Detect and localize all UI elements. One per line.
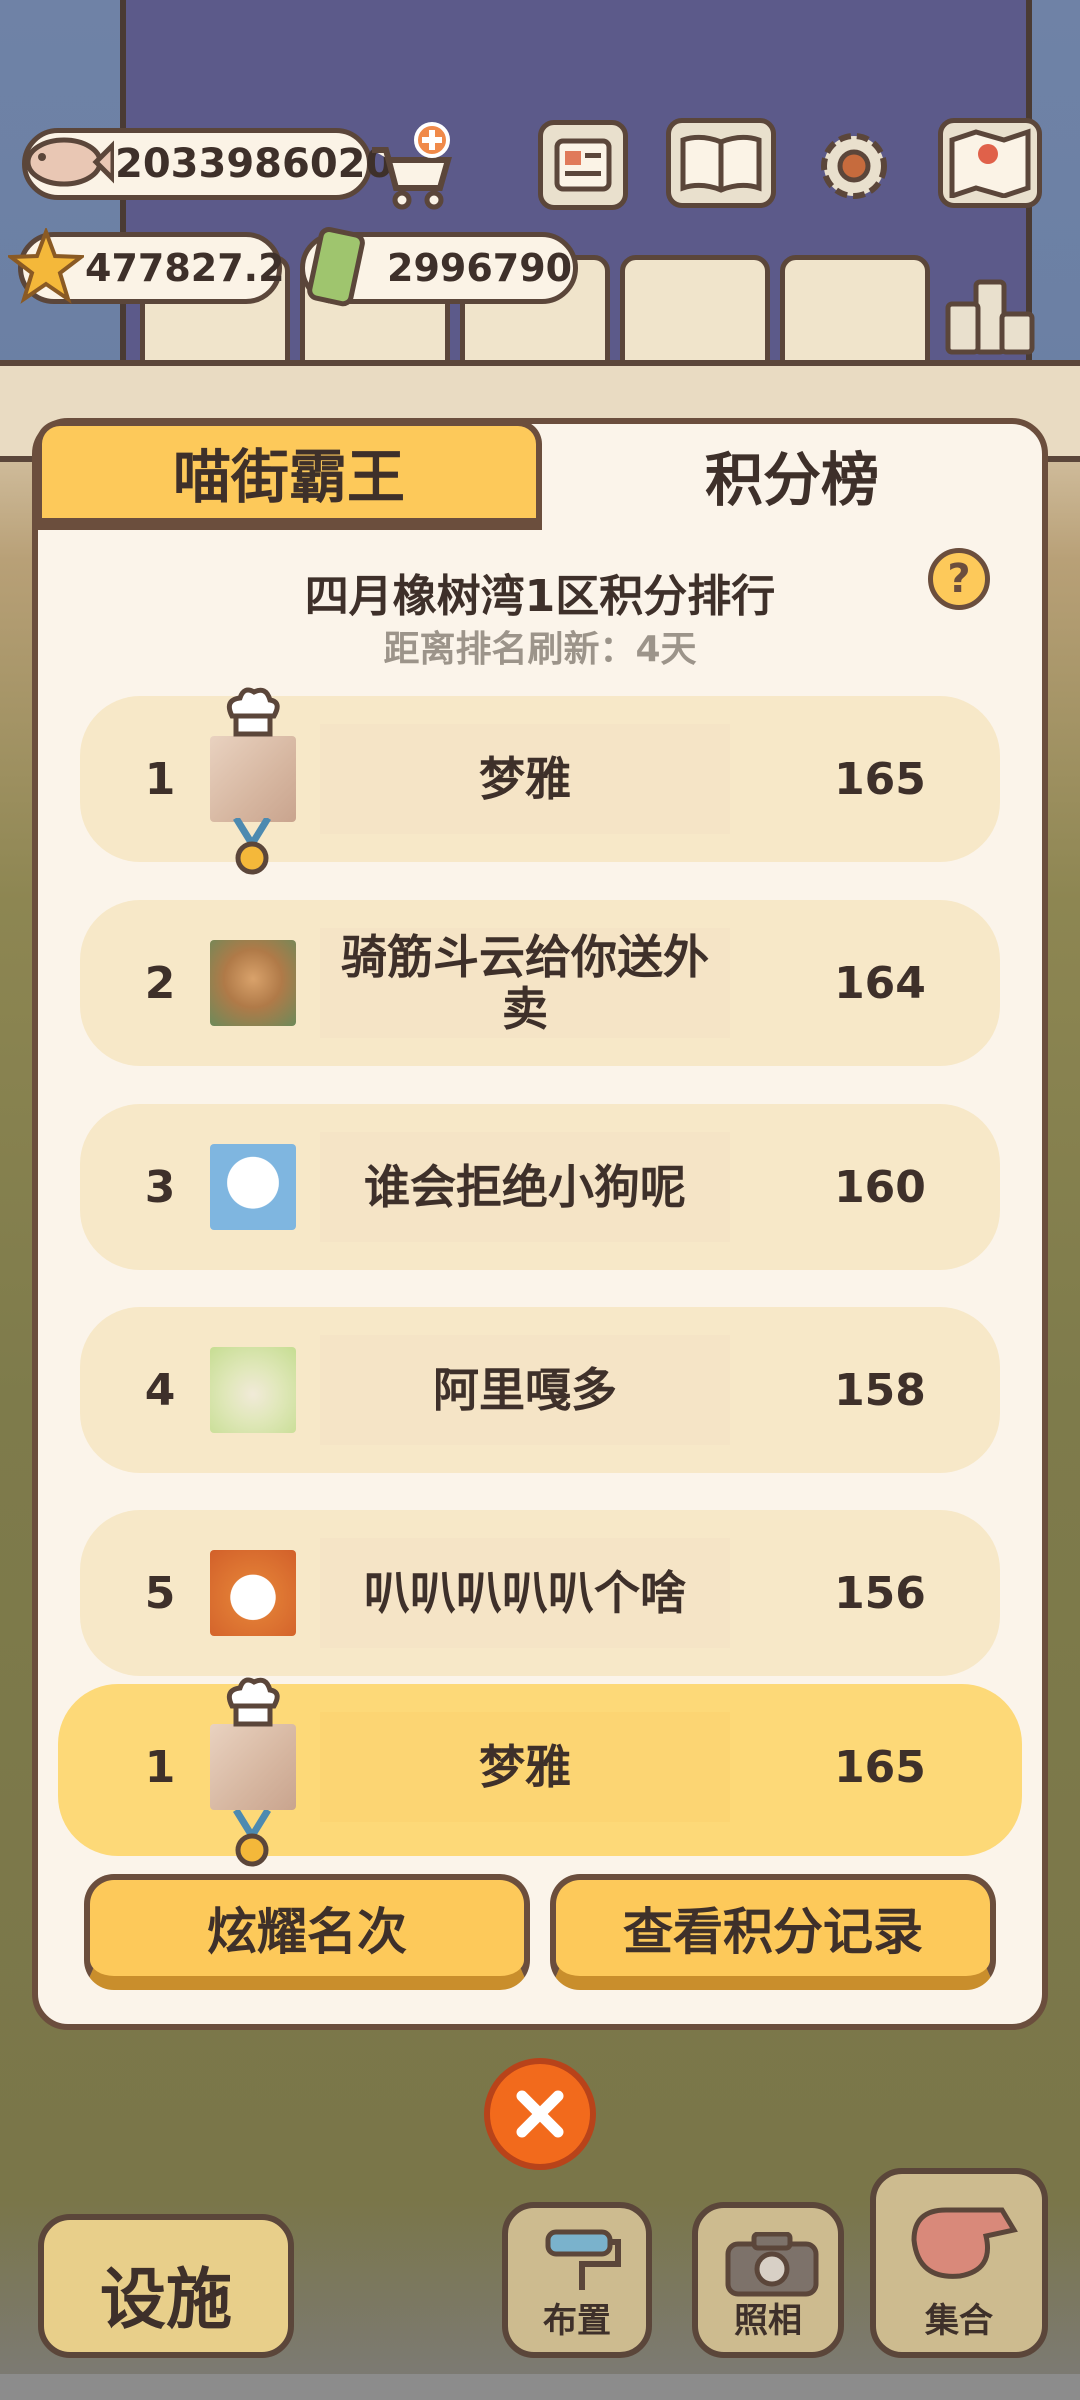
podium-icon[interactable] xyxy=(944,268,1036,358)
row-name: 阿里嘎多 xyxy=(320,1335,730,1445)
gather-button[interactable]: 集合 xyxy=(870,2168,1048,2358)
facility-button[interactable]: 设施 xyxy=(38,2214,294,2358)
facility-label: 设施 xyxy=(100,2261,232,2338)
leaderboard-row[interactable]: 1 梦雅 165 xyxy=(80,696,1000,862)
row-name: 谁会拒绝小狗呢 xyxy=(320,1132,730,1242)
camera-icon xyxy=(725,2232,819,2297)
leaderboard-row[interactable]: 5 叭叭叭叭叭个啥 156 xyxy=(80,1510,1000,1676)
whistle-icon xyxy=(911,2207,1018,2279)
row-score: 164 xyxy=(834,957,926,1009)
monkey-avatar xyxy=(210,940,296,1026)
close-button[interactable] xyxy=(484,2058,596,2170)
cat-avatar xyxy=(210,1347,296,1433)
photo-avatar xyxy=(210,736,296,822)
gear-icon[interactable] xyxy=(806,118,902,214)
row-name: 骑筋斗云给你送外卖 xyxy=(320,928,730,1038)
paint-roller-icon xyxy=(545,2229,621,2290)
chef-hat-icon xyxy=(226,1677,280,1727)
question-icon: ? xyxy=(947,556,971,602)
pochacco-avatar xyxy=(210,1144,296,1230)
refresh-countdown: 距离排名刷新：4天 xyxy=(383,629,697,670)
news-icon[interactable] xyxy=(538,120,628,210)
row-score: 156 xyxy=(834,1567,926,1619)
photo-avatar xyxy=(210,1724,296,1810)
navigation-bar xyxy=(0,2374,1080,2400)
row-score: 165 xyxy=(834,753,926,805)
shop-cart-icon[interactable] xyxy=(362,120,458,216)
ticket-icon xyxy=(298,224,378,310)
arrange-label: 布置 xyxy=(543,2301,611,2341)
ranking-title: 四月橡树湾1区积分排行 xyxy=(304,571,776,622)
my-rank-row[interactable]: 1 梦雅 165 xyxy=(58,1684,1022,1856)
fish-icon xyxy=(18,122,114,202)
cartoon-cat-avatar xyxy=(210,1550,296,1636)
row-score: 165 xyxy=(834,1741,926,1793)
score-record-button[interactable]: 查看积分记录 xyxy=(550,1874,996,1990)
medal-icon xyxy=(233,818,271,875)
photo-button[interactable]: 照相 xyxy=(692,2202,844,2358)
photo-label: 照相 xyxy=(734,2301,802,2341)
book-icon[interactable] xyxy=(666,118,776,208)
tab-leaderboard[interactable]: 积分榜 xyxy=(542,420,1042,530)
show-rank-button[interactable]: 炫耀名次 xyxy=(84,1874,530,1990)
chef-hat-icon xyxy=(226,687,280,737)
leaderboard-row[interactable]: 3 谁会拒绝小狗呢 160 xyxy=(80,1104,1000,1270)
star-count: 477827.2 xyxy=(85,246,285,290)
map-icon[interactable] xyxy=(938,118,1042,208)
help-button[interactable]: ? xyxy=(928,548,990,610)
row-score: 158 xyxy=(834,1364,926,1416)
close-icon xyxy=(516,2090,564,2138)
row-score: 160 xyxy=(834,1161,926,1213)
row-name: 梦雅 xyxy=(320,724,730,834)
ticket-count: 2996790 xyxy=(387,246,573,290)
tab-street-king[interactable]: 喵街霸王 xyxy=(36,420,542,530)
row-name: 叭叭叭叭叭个啥 xyxy=(320,1538,730,1648)
row-name: 梦雅 xyxy=(320,1712,730,1822)
medal-icon xyxy=(233,1810,271,1867)
leaderboard-row[interactable]: 4 阿里嘎多 158 xyxy=(80,1307,1000,1473)
gather-label: 集合 xyxy=(925,2301,993,2341)
fish-count: 2033986020 xyxy=(115,141,394,187)
arrange-button[interactable]: 布置 xyxy=(502,2202,652,2358)
leaderboard-row[interactable]: 2 骑筋斗云给你送外卖 164 xyxy=(80,900,1000,1066)
star-icon xyxy=(8,228,84,304)
